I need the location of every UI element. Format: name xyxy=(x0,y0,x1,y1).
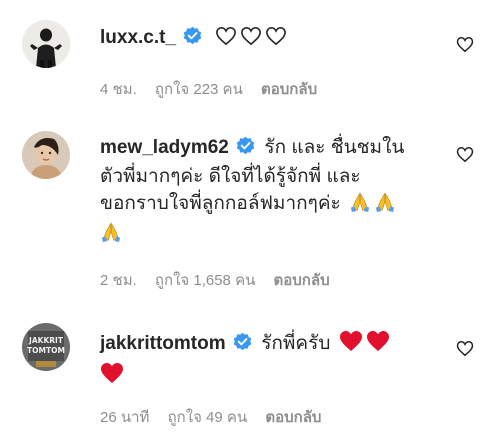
comment-text: รักพี่ครับ xyxy=(261,333,331,354)
comment-meta: 26 นาที ถูกใจ 49 คน ตอบกลับ xyxy=(100,405,321,429)
comment-text-line: ขอกราบใจพี่ลูกกอล์ฟมากๆค่ะ xyxy=(100,193,341,214)
avatar[interactable]: JAKKRIT TOMTOM xyxy=(22,323,70,371)
avatar-text: JAKKRIT xyxy=(28,336,64,345)
avatar[interactable] xyxy=(22,131,70,179)
avatar[interactable] xyxy=(22,20,70,68)
folded-hands-icon xyxy=(100,222,122,248)
reply-button[interactable]: ตอบกลับ xyxy=(261,81,317,98)
red-heart-icon xyxy=(100,362,124,390)
outline-heart-icon xyxy=(215,26,237,52)
like-heart-icon[interactable] xyxy=(456,146,474,164)
folded-hands-icon xyxy=(374,192,396,218)
comment-text-line: ตัวพี่มากๆค่ะ ดีใจที่ได้รู้จักพี่ และ xyxy=(100,166,361,187)
folded-hands-icon xyxy=(349,192,371,218)
comment-likes[interactable]: ถูกใจ 49 คน xyxy=(168,409,248,426)
verified-badge-icon xyxy=(233,332,252,357)
verified-badge-icon xyxy=(236,136,255,161)
like-heart-icon[interactable] xyxy=(456,36,474,54)
reply-button[interactable]: ตอบกลับ xyxy=(274,272,330,289)
outline-heart-icon xyxy=(240,26,262,52)
red-heart-icon xyxy=(339,330,363,358)
comment-likes[interactable]: ถูกใจ 223 คน xyxy=(155,81,243,98)
comment-username[interactable]: jakkrittomtom xyxy=(100,333,226,354)
comment-likes[interactable]: ถูกใจ 1,658 คน xyxy=(155,272,255,289)
comment-meta: 4 ชม. ถูกใจ 223 คน ตอบกลับ xyxy=(100,77,317,101)
comment-meta: 2 ชม. ถูกใจ 1,658 คน ตอบกลับ xyxy=(100,268,330,292)
avatar-text: TOMTOM xyxy=(27,346,65,355)
comment-username[interactable]: mew_ladym62 xyxy=(100,137,229,158)
comment-username[interactable]: luxx.c.t_ xyxy=(100,27,176,48)
comment-time: 26 นาที xyxy=(100,409,150,426)
like-heart-icon[interactable] xyxy=(456,340,474,358)
comment-time: 4 ชม. xyxy=(100,81,137,98)
red-heart-icon xyxy=(366,330,390,358)
reply-button[interactable]: ตอบกลับ xyxy=(265,409,321,426)
outline-heart-icon xyxy=(265,26,287,52)
comment-text: รัก และ ชื่นชมใน xyxy=(264,137,405,158)
comment-time: 2 ชม. xyxy=(100,272,137,289)
verified-badge-icon xyxy=(183,26,202,51)
